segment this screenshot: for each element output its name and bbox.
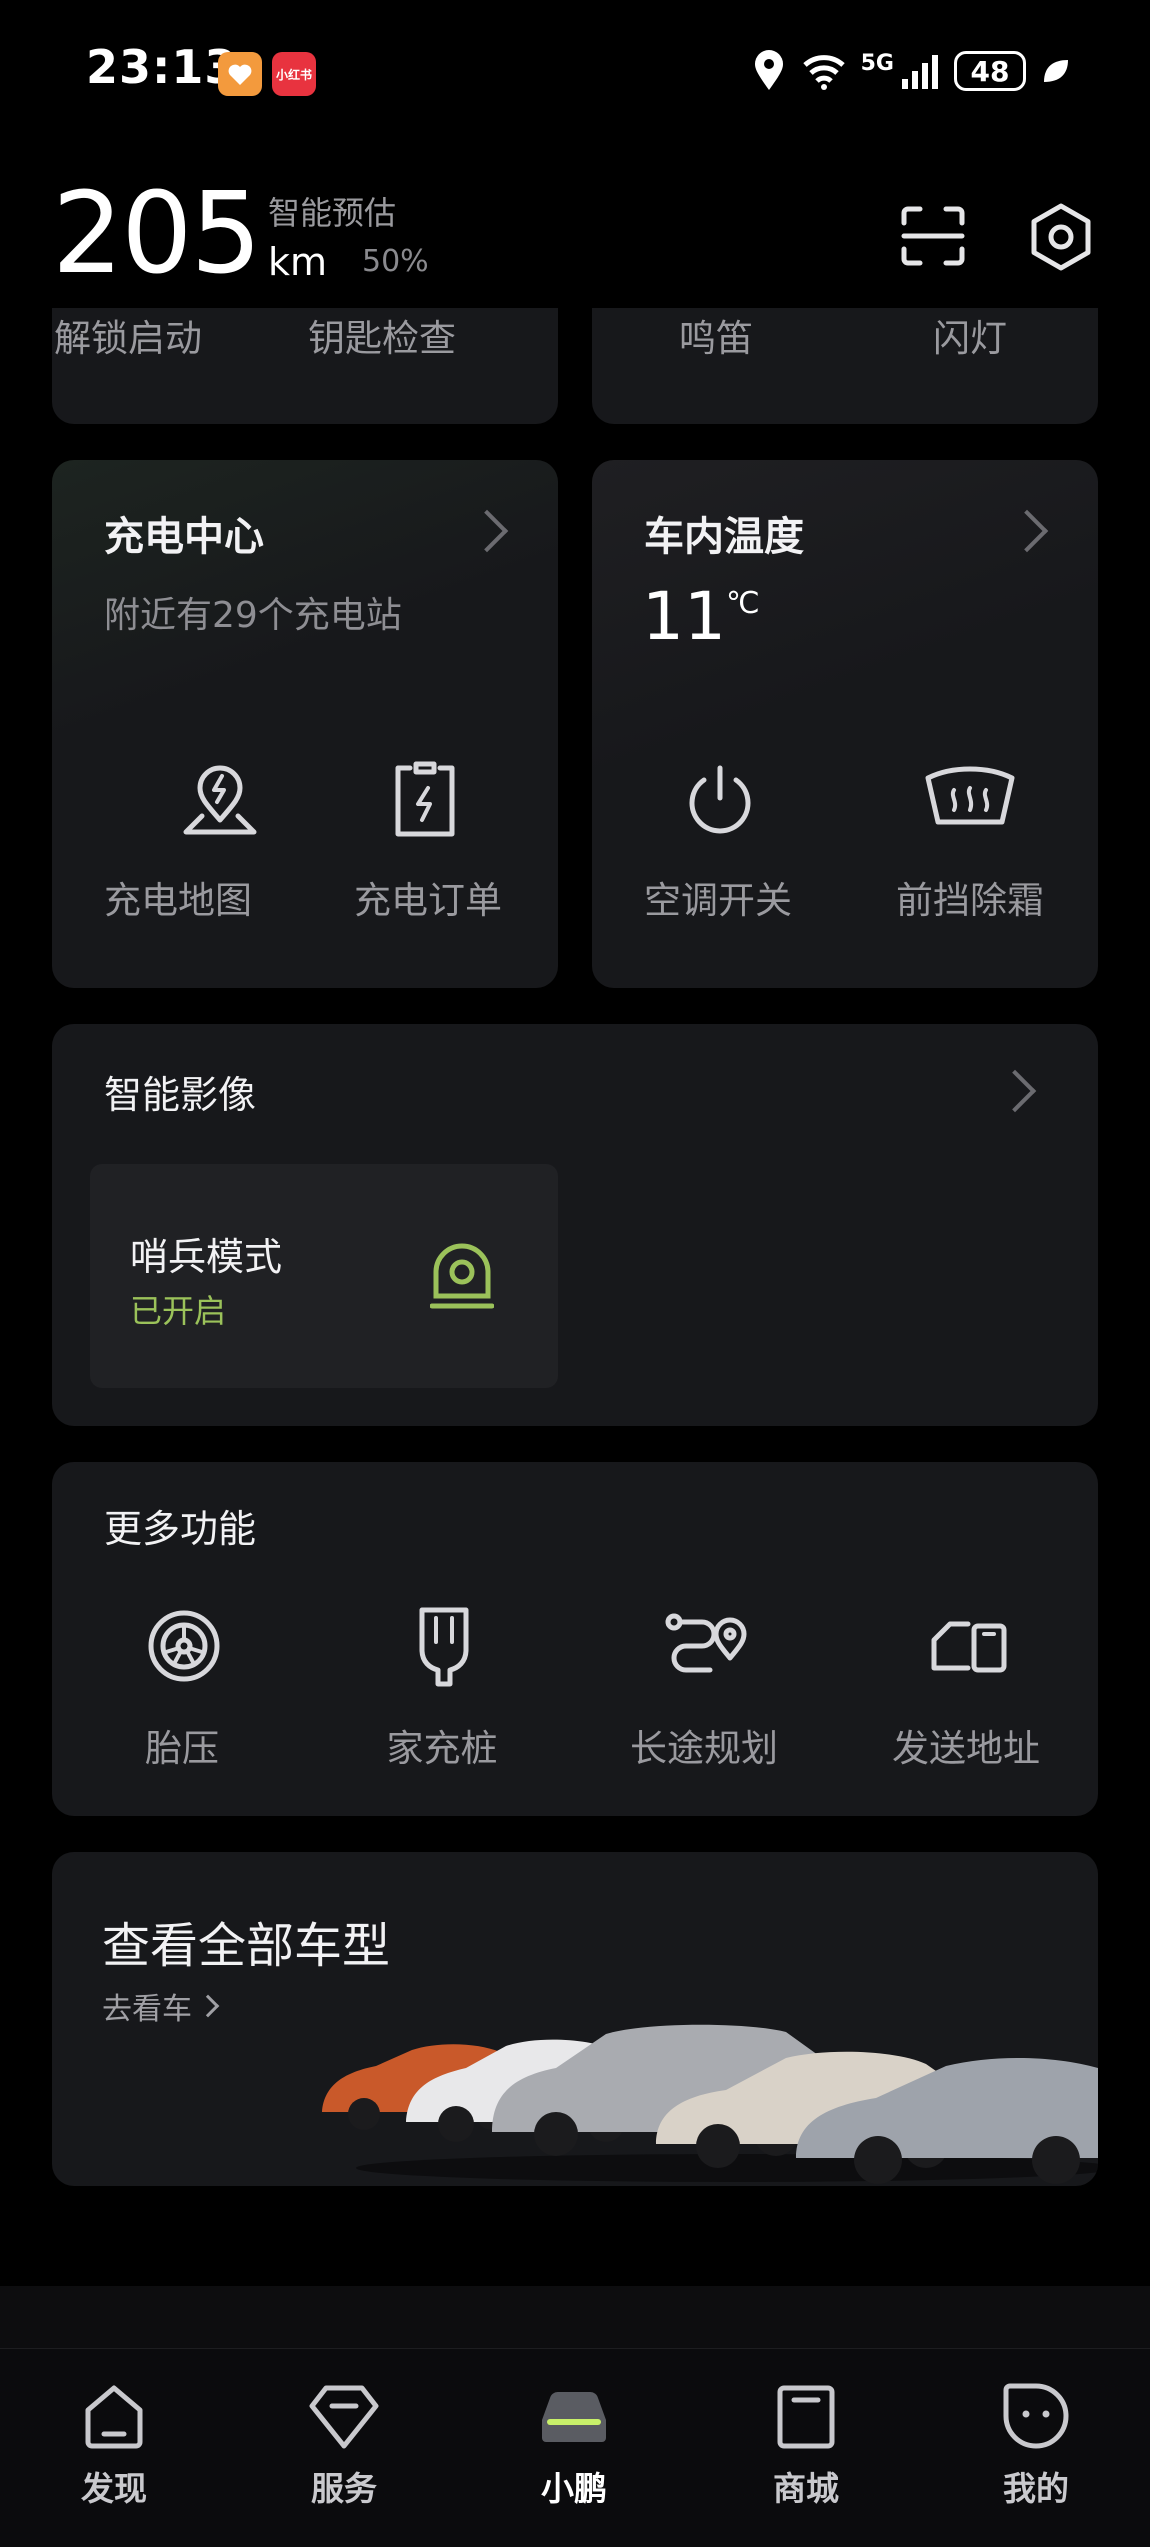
wifi-icon — [802, 55, 845, 90]
service-icon — [309, 2385, 379, 2449]
status-icons: 5G 48 — [751, 46, 1070, 96]
estimate-label: 智能预估 — [268, 194, 397, 232]
network-type: 5G — [860, 50, 894, 76]
tire-pressure-label[interactable]: 胎压 — [82, 1718, 282, 1772]
health-app-icon — [218, 52, 262, 96]
car-icon — [542, 2391, 606, 2442]
tab-label: 商城 — [773, 2469, 839, 2508]
tab-xpeng[interactable]: 小鹏 — [514, 2380, 634, 2510]
tab-label: 发现 — [81, 2469, 147, 2508]
temperature-unit: ℃ — [725, 586, 760, 621]
battery-percent: 50% — [362, 244, 429, 279]
charging-center-card[interactable]: 充电中心 附近有29个充电站 充电地图 充电订单 — [52, 460, 558, 988]
temperature-value: 11 ℃ — [642, 578, 760, 655]
key-check-label[interactable]: 钥匙检查 — [282, 308, 482, 362]
temperature-number: 11 — [642, 578, 726, 655]
leaf-icon — [1044, 60, 1068, 82]
charging-map-icon[interactable] — [180, 760, 260, 840]
chevron-right-icon — [993, 1069, 1037, 1113]
status-bar: 23:13 小红书 5G 48 — [0, 0, 1150, 140]
location-icon — [754, 50, 783, 90]
smart-video-title: 智能影像 — [104, 1073, 257, 1117]
status-time: 23:13 — [86, 40, 238, 94]
discover-icon — [85, 2385, 143, 2449]
settings-hex-icon — [1031, 203, 1091, 271]
battery-indicator: 48 — [954, 51, 1026, 91]
tab-discover[interactable]: 发现 — [54, 2380, 174, 2510]
shop-icon — [777, 2385, 835, 2449]
tab-label: 服务 — [311, 2469, 377, 2508]
climate-title: 车内温度 — [644, 514, 804, 560]
all-models-card[interactable]: 查看全部车型 去看车 — [52, 1852, 1098, 2186]
send-address-icon[interactable] — [928, 1612, 1008, 1678]
tab-mine[interactable]: 我的 — [976, 2380, 1096, 2510]
range-value: 205 — [52, 169, 262, 299]
vehicle-key-card: 解锁启动 钥匙检查 — [52, 308, 558, 424]
sentry-mode-label: 哨兵模式 — [130, 1235, 283, 1279]
more-functions-title: 更多功能 — [104, 1507, 257, 1551]
route-planning-icon[interactable] — [664, 1610, 750, 1682]
charging-subtitle: 附近有29个充电站 — [104, 595, 402, 636]
windshield-defrost-icon[interactable] — [922, 764, 1018, 834]
horn-label[interactable]: 鸣笛 — [616, 308, 816, 362]
settings-button[interactable] — [1026, 202, 1096, 272]
flash-label[interactable]: 闪灯 — [870, 308, 1070, 362]
range-unit: km — [268, 240, 328, 284]
car-lineup-image — [322, 2024, 1098, 2184]
xiaohongshu-app-icon: 小红书 — [272, 52, 316, 96]
cabin-temperature-card[interactable]: 车内温度 11 ℃ 空调开关 前挡除霜 — [592, 460, 1098, 988]
ac-switch-label[interactable]: 空调开关 — [618, 870, 818, 924]
power-icon[interactable] — [680, 760, 760, 840]
sentry-mode-status: 已开启 — [130, 1292, 227, 1330]
horn-flash-card: 鸣笛 闪灯 — [592, 308, 1098, 424]
signal-icon — [902, 55, 938, 89]
view-cars-label: 去看车 — [102, 1992, 192, 2027]
chevron-right-icon — [465, 509, 509, 553]
scan-button[interactable] — [900, 205, 966, 267]
charging-order-label[interactable]: 充电订单 — [328, 870, 528, 924]
tab-shop[interactable]: 商城 — [746, 2380, 866, 2510]
section-divider — [0, 2286, 1150, 2348]
home-charger-icon[interactable] — [412, 1602, 476, 1688]
view-cars-link[interactable]: 去看车 — [102, 1984, 220, 2028]
sentry-mode-tile[interactable]: 哨兵模式 已开启 — [90, 1164, 558, 1388]
profile-icon — [1003, 2383, 1069, 2449]
route-planning-label[interactable]: 长途规划 — [604, 1718, 804, 1772]
tab-label: 我的 — [1003, 2469, 1069, 2508]
sentry-camera-icon — [429, 1238, 495, 1314]
tire-pressure-icon[interactable] — [146, 1608, 222, 1684]
more-functions-card: 更多功能 胎压 家充桩 长途规划 发送地址 — [52, 1462, 1098, 1816]
charging-order-icon[interactable] — [390, 760, 460, 840]
chevron-right-icon — [1005, 509, 1049, 553]
tab-service[interactable]: 服务 — [284, 2380, 404, 2510]
home-charger-label[interactable]: 家充桩 — [342, 1718, 542, 1772]
tab-label: 小鹏 — [541, 2469, 607, 2508]
front-defrost-label[interactable]: 前挡除霜 — [870, 870, 1070, 924]
send-address-label[interactable]: 发送地址 — [866, 1718, 1066, 1772]
all-models-title: 查看全部车型 — [102, 1918, 391, 1974]
unlock-start-label[interactable]: 解锁启动 — [52, 308, 228, 362]
scan-icon — [901, 206, 965, 266]
charging-title: 充电中心 — [104, 514, 264, 560]
smart-video-card[interactable]: 智能影像 哨兵模式 已开启 — [52, 1024, 1098, 1426]
charging-map-label[interactable]: 充电地图 — [78, 870, 278, 924]
chevron-right-icon — [196, 1994, 220, 2018]
